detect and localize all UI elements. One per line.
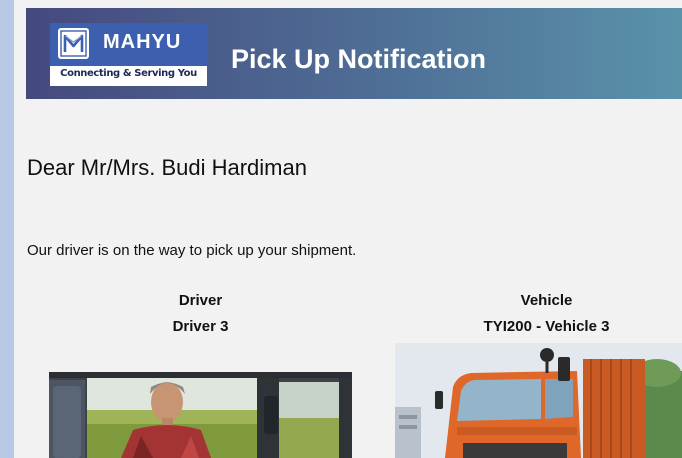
driver-photo <box>49 372 352 458</box>
logo-brand: MAHYU <box>103 31 182 53</box>
mahyu-logo: MAHYU Connecting & Serving You <box>50 23 207 86</box>
vehicle-photo <box>395 343 682 458</box>
driver-name: Driver 3 <box>172 318 229 335</box>
email-card: MAHYU Connecting & Serving You Pick Up N… <box>14 0 682 458</box>
logo-tagline: Connecting & Serving You <box>60 68 197 79</box>
greeting-text: Dear Mr/Mrs. Budi Hardiman <box>27 155 307 180</box>
m-monogram-icon <box>58 28 89 59</box>
page-title: Pick Up Notification <box>231 44 487 74</box>
notification-header: MAHYU Connecting & Serving You Pick Up N… <box>26 8 682 99</box>
pickup-message: Our driver is on the way to pick up your… <box>27 242 357 259</box>
vehicle-heading: Vehicle <box>520 292 573 309</box>
driver-heading: Driver <box>178 292 223 309</box>
vehicle-name: TYI200 - Vehicle 3 <box>483 318 610 335</box>
